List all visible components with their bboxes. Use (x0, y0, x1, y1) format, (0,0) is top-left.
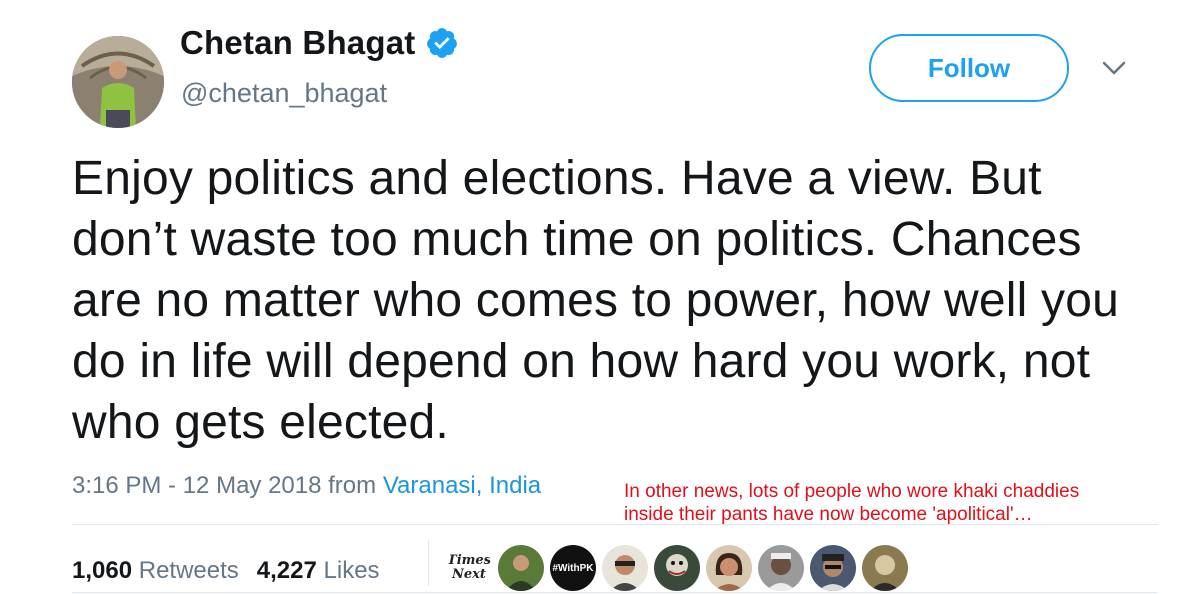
tweet-time[interactable]: 3:16 PM - 12 May 2018 from (72, 472, 383, 499)
retweets-stat[interactable]: 1,060 Retweets (72, 557, 239, 585)
liker-photo (706, 545, 752, 591)
verified-badge-icon (427, 28, 458, 58)
follow-button[interactable]: Follow (869, 34, 1069, 102)
author-avatar[interactable] (72, 36, 164, 128)
liker-avatar[interactable] (498, 545, 544, 591)
liker-photo (602, 545, 648, 591)
tweet-text: Enjoy politics and elections. Have a vie… (72, 152, 1120, 449)
likes-label: Likes (323, 557, 380, 584)
liker-avatar-withpk[interactable]: #WithPK (550, 545, 596, 591)
retweets-label: Retweets (138, 557, 239, 584)
liker-avatar[interactable] (862, 545, 908, 591)
liker-photo (654, 545, 700, 591)
tweet-stats: 1,060 Retweets 4,227 Likes (72, 557, 380, 585)
liker-logo-line-1: Times (447, 553, 491, 568)
liker-avatar-times-next[interactable]: Times Next (446, 545, 492, 591)
liker-hashtag-label: #WithPK (552, 562, 594, 574)
likes-stat[interactable]: 4,227 Likes (257, 557, 380, 585)
author-name-row: Chetan Bhagat (180, 24, 459, 62)
divider (72, 592, 1158, 593)
chevron-down-icon[interactable] (1098, 56, 1130, 80)
liker-photo (498, 545, 544, 591)
author-display-name[interactable]: Chetan Bhagat (180, 24, 415, 62)
liker-photo (810, 545, 856, 591)
overlay-annotation: In other news, lots of people who wore k… (624, 480, 1184, 526)
liker-avatar[interactable] (706, 545, 752, 591)
liker-photo (758, 545, 804, 591)
tweet-location-link[interactable]: Varanasi, India (383, 472, 541, 499)
author-photo (72, 36, 164, 128)
liker-photo (862, 545, 908, 591)
retweets-count: 1,060 (72, 557, 133, 584)
overlay-annotation-line-2: inside their pants have now become 'apol… (624, 504, 1033, 525)
liker-avatar[interactable] (654, 545, 700, 591)
tweet-timestamp: 3:16 PM - 12 May 2018 from Varanasi, Ind… (72, 472, 541, 500)
divider (72, 524, 1158, 525)
stats-separator (428, 540, 429, 586)
liker-logo-line-2: Next (452, 567, 486, 582)
liker-avatars: Times Next #WithPK (446, 545, 908, 591)
author-handle[interactable]: @chetan_bhagat (181, 78, 387, 109)
liker-avatar[interactable] (758, 545, 804, 591)
likes-count: 4,227 (256, 557, 317, 584)
overlay-annotation-line-1: In other news, lots of people who wore k… (624, 481, 1080, 502)
liker-avatar[interactable] (810, 545, 856, 591)
liker-avatar[interactable] (602, 545, 648, 591)
